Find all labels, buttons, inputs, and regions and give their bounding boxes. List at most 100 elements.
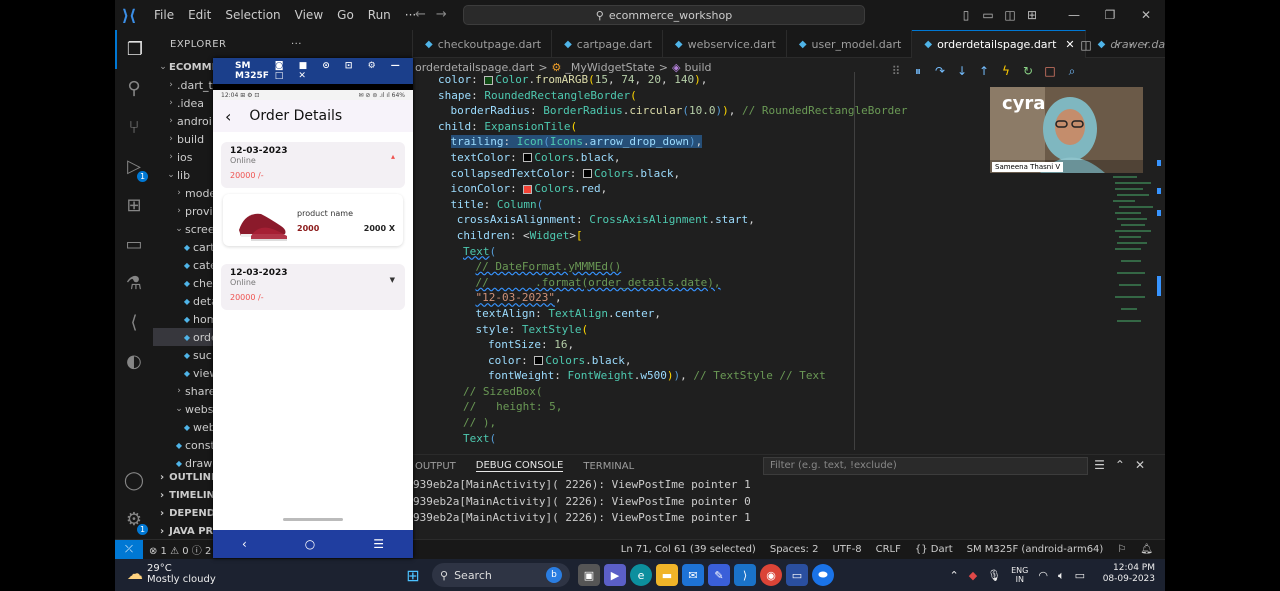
step-out-icon[interactable]: ↑	[975, 64, 993, 78]
file-explorer-icon[interactable]: ▬	[656, 564, 678, 586]
emulator-controls[interactable]: ◙ ■ ⊙ ⊡ ⚙ — □ ✕	[275, 61, 413, 81]
chevron-right-icon: ›	[177, 188, 181, 198]
clear-console-icon[interactable]: ☰	[1094, 458, 1115, 472]
chevron-down-icon: ⌄	[167, 170, 175, 180]
close-panel-icon[interactable]: ✕	[1135, 458, 1155, 472]
remote-explorer-icon[interactable]: ▭	[115, 225, 153, 264]
back-arrow-icon[interactable]: ‹	[225, 107, 231, 126]
code-line: // ),	[463, 416, 497, 430]
tab-debug-console[interactable]: DEBUG CONSOLE	[475, 460, 564, 472]
minimize-button[interactable]: —	[1063, 8, 1085, 22]
editor-tab[interactable]: ◆ webservice.dart	[663, 30, 787, 58]
task-view-icon[interactable]: ▣	[578, 564, 600, 586]
tab-output[interactable]: OUTPUT	[415, 461, 456, 472]
drag-handle-icon[interactable]: ⠿	[887, 64, 905, 78]
search-view-icon[interactable]: ⚲	[115, 69, 153, 108]
step-over-icon[interactable]: ↷	[931, 64, 949, 78]
arrow-drop-up-icon[interactable]: ▴	[391, 152, 395, 161]
line-ending[interactable]: CRLF	[876, 544, 901, 555]
stop-icon[interactable]: □	[1041, 64, 1059, 78]
emulator-title-bar: SM M325F ◙ ■ ⊙ ⊡ ⚙ — □ ✕	[213, 58, 413, 84]
battery-icon[interactable]: ▭	[1075, 569, 1085, 582]
hot-reload-icon[interactable]: ϟ	[997, 64, 1015, 78]
menu-go[interactable]: Go	[330, 0, 361, 30]
settings-gear-icon[interactable]: ⚙ 1	[115, 500, 153, 539]
inspect-icon[interactable]: ⌕	[1063, 64, 1081, 79]
meet-icon[interactable]: ⬬	[812, 564, 834, 586]
nav-home-icon[interactable]: ○	[305, 537, 315, 551]
taskbar-search-label: Search	[454, 568, 492, 582]
maximize-panel-icon[interactable]: ⌃	[1115, 458, 1135, 472]
cursor-position[interactable]: Ln 71, Col 61 (39 selected)	[621, 544, 756, 555]
indentation[interactable]: Spaces: 2	[770, 544, 819, 555]
toggle-panel-icon[interactable]: ▭	[977, 8, 999, 22]
start-icon[interactable]: ⊞	[402, 564, 424, 586]
show-hidden-icon[interactable]: ⌃	[949, 569, 958, 582]
dart-file-icon: ◆	[674, 38, 683, 50]
menu-selection[interactable]: Selection	[218, 0, 287, 30]
extensions-icon[interactable]: ⊞	[115, 186, 153, 225]
layout-icon[interactable]: ⊞	[1021, 8, 1043, 22]
tab-terminal[interactable]: TERMINAL	[583, 461, 634, 472]
antivirus-icon[interactable]: ◆	[969, 569, 977, 582]
step-into-icon[interactable]: ↓	[953, 64, 971, 78]
device-selector[interactable]: SM M325F (android-arm64)	[967, 544, 1104, 555]
emulator-icon[interactable]: ▭	[786, 564, 808, 586]
product-card[interactable]: product name 2000 2000 X	[223, 194, 403, 246]
language-mode[interactable]: {} Dart	[915, 544, 953, 555]
taskbar-search[interactable]: ⚲ Search b	[432, 563, 570, 587]
mail-icon[interactable]: ✉	[682, 564, 704, 586]
menu-view[interactable]: View	[288, 0, 330, 30]
account-icon[interactable]: ◯	[115, 461, 153, 500]
mic-icon[interactable]: 🎙︎	[987, 569, 1001, 582]
remote-indicator-icon[interactable]: ⤫	[115, 539, 143, 560]
region[interactable]: IN	[1011, 575, 1028, 585]
edge-icon[interactable]: e	[630, 564, 652, 586]
problems-indicator[interactable]: ⊗ 1 ⚠ 0 ⓘ 2	[149, 542, 211, 557]
editor-tab[interactable]: ◆ cartpage.dart	[552, 30, 663, 58]
flutter-icon[interactable]: ⟨	[115, 303, 153, 342]
menu-run[interactable]: Run	[361, 0, 398, 30]
wifi-icon[interactable]: ◠	[1038, 569, 1048, 582]
editor-tab[interactable]: ◆ checkoutpage.dart	[413, 30, 553, 58]
run-debug-icon[interactable]: ▷ 1	[115, 147, 153, 186]
command-center[interactable]: ⚲ ecommerce_workshop	[463, 5, 865, 25]
nav-back-icon[interactable]: ‹	[242, 537, 247, 551]
order-tile[interactable]: 12-03-2023 Online 20000 /- ▼	[221, 264, 405, 310]
menu-file[interactable]: File	[147, 0, 181, 30]
editor-tab[interactable]: ◆ user_model.dart	[787, 30, 913, 58]
clock[interactable]: 12:04 PM 08-09-2023	[1103, 563, 1155, 585]
console-output[interactable]: 939eb2a[MainActivity]( 2226): ViewPostIm…	[413, 477, 1165, 527]
menu-edit[interactable]: Edit	[181, 0, 218, 30]
order-tile[interactable]: 12-03-2023 Online 20000 /- ▴	[221, 142, 405, 188]
pause-icon[interactable]: ⏸	[909, 64, 927, 79]
explorer-more-icon[interactable]: ···	[291, 39, 302, 50]
close-window-button[interactable]: ✕	[1135, 8, 1157, 22]
toggle-sidebar-icon[interactable]: ▯	[955, 8, 977, 22]
devtools-icon[interactable]: ◐	[115, 342, 153, 381]
volume-icon[interactable]: 🔈︎	[1058, 569, 1065, 583]
arrow-drop-down-icon[interactable]: ▼	[390, 276, 395, 284]
chrome-icon[interactable]: ◉	[760, 564, 782, 586]
explorer-icon[interactable]: ❐	[115, 30, 153, 69]
nav-recents-icon[interactable]: ☰	[373, 537, 384, 551]
vscode-taskbar-icon[interactable]: ⟩	[734, 564, 756, 586]
testing-icon[interactable]: ⚗	[115, 264, 153, 303]
vscode-logo-icon: ⟩⟨	[121, 5, 137, 25]
console-filter-input[interactable]: Filter (e.g. text, !exclude)	[763, 457, 1088, 475]
editor-tab[interactable]: ◆ orderdetailspage.dart ✕	[912, 30, 1086, 58]
feedback-icon[interactable]: ⚐	[1117, 544, 1126, 555]
restart-icon[interactable]: ↻	[1019, 64, 1037, 78]
source-control-icon[interactable]: ⑂	[115, 108, 153, 147]
tab-actions[interactable]: ◫ ···	[1080, 38, 1157, 52]
weather-widget[interactable]: ☁ 29°C Mostly cloudy	[127, 563, 216, 585]
toggle-secondary-icon[interactable]: ◫	[999, 8, 1021, 22]
console-line: 939eb2a[MainActivity]( 2226): ViewPostIm…	[413, 478, 751, 491]
teams-icon[interactable]: ▶	[604, 564, 626, 586]
close-tab-icon[interactable]: ✕	[1065, 38, 1074, 51]
power-automate-icon[interactable]: ✎	[708, 564, 730, 586]
notifications-icon[interactable]: 🔔︎	[1140, 544, 1153, 555]
nav-arrows[interactable]: ←→	[415, 7, 457, 22]
encoding[interactable]: UTF-8	[832, 544, 861, 555]
restore-button[interactable]: ❐	[1099, 8, 1121, 22]
